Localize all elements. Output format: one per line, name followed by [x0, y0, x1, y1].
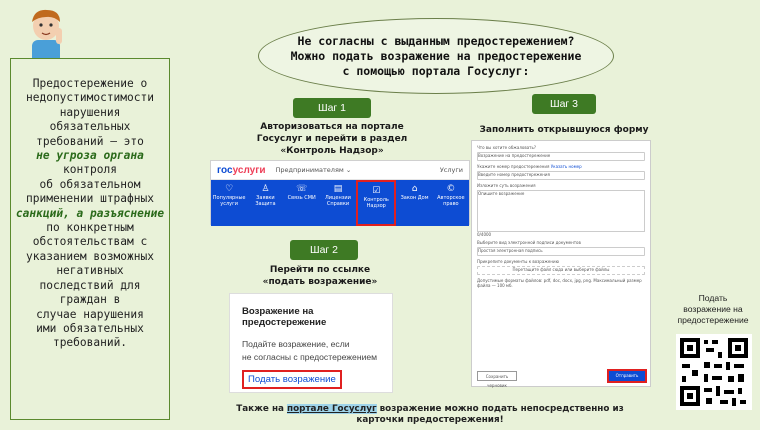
category-nav: ♡ Популярные услуги ♙ Заявки Защита ☏ Связь С…: [211, 180, 469, 226]
gosuslugi-header: госуслуги Предпринимателям ⌄ Услуги ♡ Поп…: [210, 160, 470, 226]
step2-line: Перейти по ссылке: [269, 265, 371, 275]
step2-badge: Шаг 2: [290, 240, 358, 260]
panel-line: обязательных: [49, 120, 131, 134]
objection-form: Что вы хотите обжаловать? Возражение на п…: [471, 140, 651, 388]
slide: Не согласны с выданным предостережением?…: [0, 0, 760, 430]
objection-card-title: Возражение на предостережение: [242, 306, 327, 328]
form-question: Изложите суть возражения: [477, 183, 536, 188]
form-question: Укажите номер предостережения: [477, 164, 550, 169]
panel-line: по конкретным: [46, 221, 134, 235]
heart-icon: ♡: [225, 184, 234, 194]
question-line: Можно подать возражение на предостережен…: [290, 48, 582, 63]
phone-icon: ☏: [296, 184, 308, 194]
services-link[interactable]: Услуги: [440, 166, 463, 174]
panel-line: об обязательном: [39, 177, 141, 191]
warning-number-field[interactable]: Введите номер предостережения: [477, 171, 645, 180]
specify-number-link[interactable]: Указать номер: [551, 164, 582, 169]
panel-line-emphasis: санкций, а разъяснение: [15, 206, 165, 220]
bottom-note: Также на портале Госуслуг возражение мож…: [236, 404, 624, 425]
file-drop-zone[interactable]: Перетащите файл сюда или выберите файлы: [477, 266, 645, 275]
form-question: Что вы хотите обжаловать?: [477, 145, 536, 150]
copyright-icon: ©: [446, 184, 456, 194]
qr-label: Подать возражение на предостережение: [677, 293, 749, 325]
nav-communications[interactable]: ☏ Связь СМИ: [284, 180, 320, 226]
panel-line: негативных: [56, 264, 124, 278]
document-icon: ▤: [333, 184, 343, 194]
step2-line: «подать возражение»: [262, 277, 378, 287]
panel-line: случае нарушения: [36, 307, 144, 321]
panel-line: контроля: [63, 163, 117, 177]
question-line: Не согласны с выданным предостережением?: [297, 33, 575, 48]
step1-line: Авторизоваться на портале: [260, 122, 404, 132]
nav-licenses[interactable]: ▤ Лицензии Справки: [320, 180, 356, 226]
panel-line: ими обязательных: [36, 321, 144, 335]
form-question: Выберите вид электронной подписи докумен…: [477, 240, 581, 245]
clipboard-icon: ☑: [372, 186, 381, 196]
panel-line: нарушения: [59, 105, 121, 119]
char-counter: 0/4000: [477, 232, 492, 237]
submit-button[interactable]: Отправить: [607, 369, 647, 383]
gosuslugi-portal-link[interactable]: портале Госуслуг: [287, 404, 377, 414]
person-icon: ♙: [261, 184, 270, 194]
question-bubble: Не согласны с выданным предостережением?…: [258, 18, 614, 94]
step1-text: Авторизоваться на портале Госуслуг и пер…: [220, 121, 444, 157]
nav-control-supervision[interactable]: ☑ Контроль Надзор: [356, 180, 397, 226]
save-draft-button[interactable]: Сохранить черновик: [477, 371, 517, 388]
objection-type-select[interactable]: Возражение на предостережение: [477, 152, 645, 161]
home-icon: ⌂: [411, 184, 418, 194]
step1-badge: Шаг 1: [293, 98, 371, 118]
nav-housing[interactable]: ⌂ Закон Дом: [396, 180, 432, 226]
objection-card-desc: Подайте возражение, если не согласны с п…: [242, 339, 378, 362]
panel-line: Предостережение о: [32, 77, 148, 90]
step3-badge: Шаг 3: [532, 94, 596, 114]
file-hint: Допустимые форматы файлов: pdf, doc, doc…: [477, 278, 642, 288]
step1-line: «Контроль Надзор»: [280, 146, 384, 156]
panel-line: требований.: [52, 336, 128, 350]
form-question: Прикрепите документы к возражению: [477, 259, 559, 264]
panel-line: указанием возможных: [26, 249, 154, 263]
panel-line: недопустимостимости: [26, 91, 154, 105]
nav-copyright[interactable]: © Авторское право: [433, 180, 469, 226]
panel-line: последствий для: [39, 278, 141, 292]
qr-code[interactable]: [676, 334, 752, 410]
step3-text: Заполнить открывшуюся форму: [479, 125, 649, 135]
panel-line: обстоятельствам с: [32, 235, 148, 249]
warning-definition-panel: Предостережение о недопустимостимости на…: [10, 58, 170, 420]
panel-line: применении штрафных: [26, 192, 154, 206]
question-line: с помощью портала Госуслуг:: [342, 63, 530, 78]
step2-text: Перейти по ссылке «подать возражение»: [220, 264, 420, 288]
gosuslugi-logo[interactable]: госуслуги: [217, 165, 266, 176]
nav-applications[interactable]: ♙ Заявки Защита: [247, 180, 283, 226]
boy-illustration: [32, 9, 62, 64]
panel-line: граждан в: [59, 293, 121, 307]
panel-line: требований – это: [36, 134, 144, 148]
submit-objection-link[interactable]: Подать возражение: [242, 370, 342, 389]
panel-line-emphasis: не угроза органа: [36, 149, 144, 163]
objection-card: Возражение на предостережение Подайте во…: [229, 293, 393, 393]
step1-line: Госуслуг и перейти в раздел: [256, 134, 408, 144]
nav-popular[interactable]: ♡ Популярные услуги: [211, 180, 247, 226]
signature-type-select[interactable]: Простая электронная подпись: [477, 247, 645, 256]
business-menu[interactable]: Предпринимателям ⌄: [276, 166, 352, 174]
objection-text-area[interactable]: Опишите возражение: [477, 190, 645, 232]
